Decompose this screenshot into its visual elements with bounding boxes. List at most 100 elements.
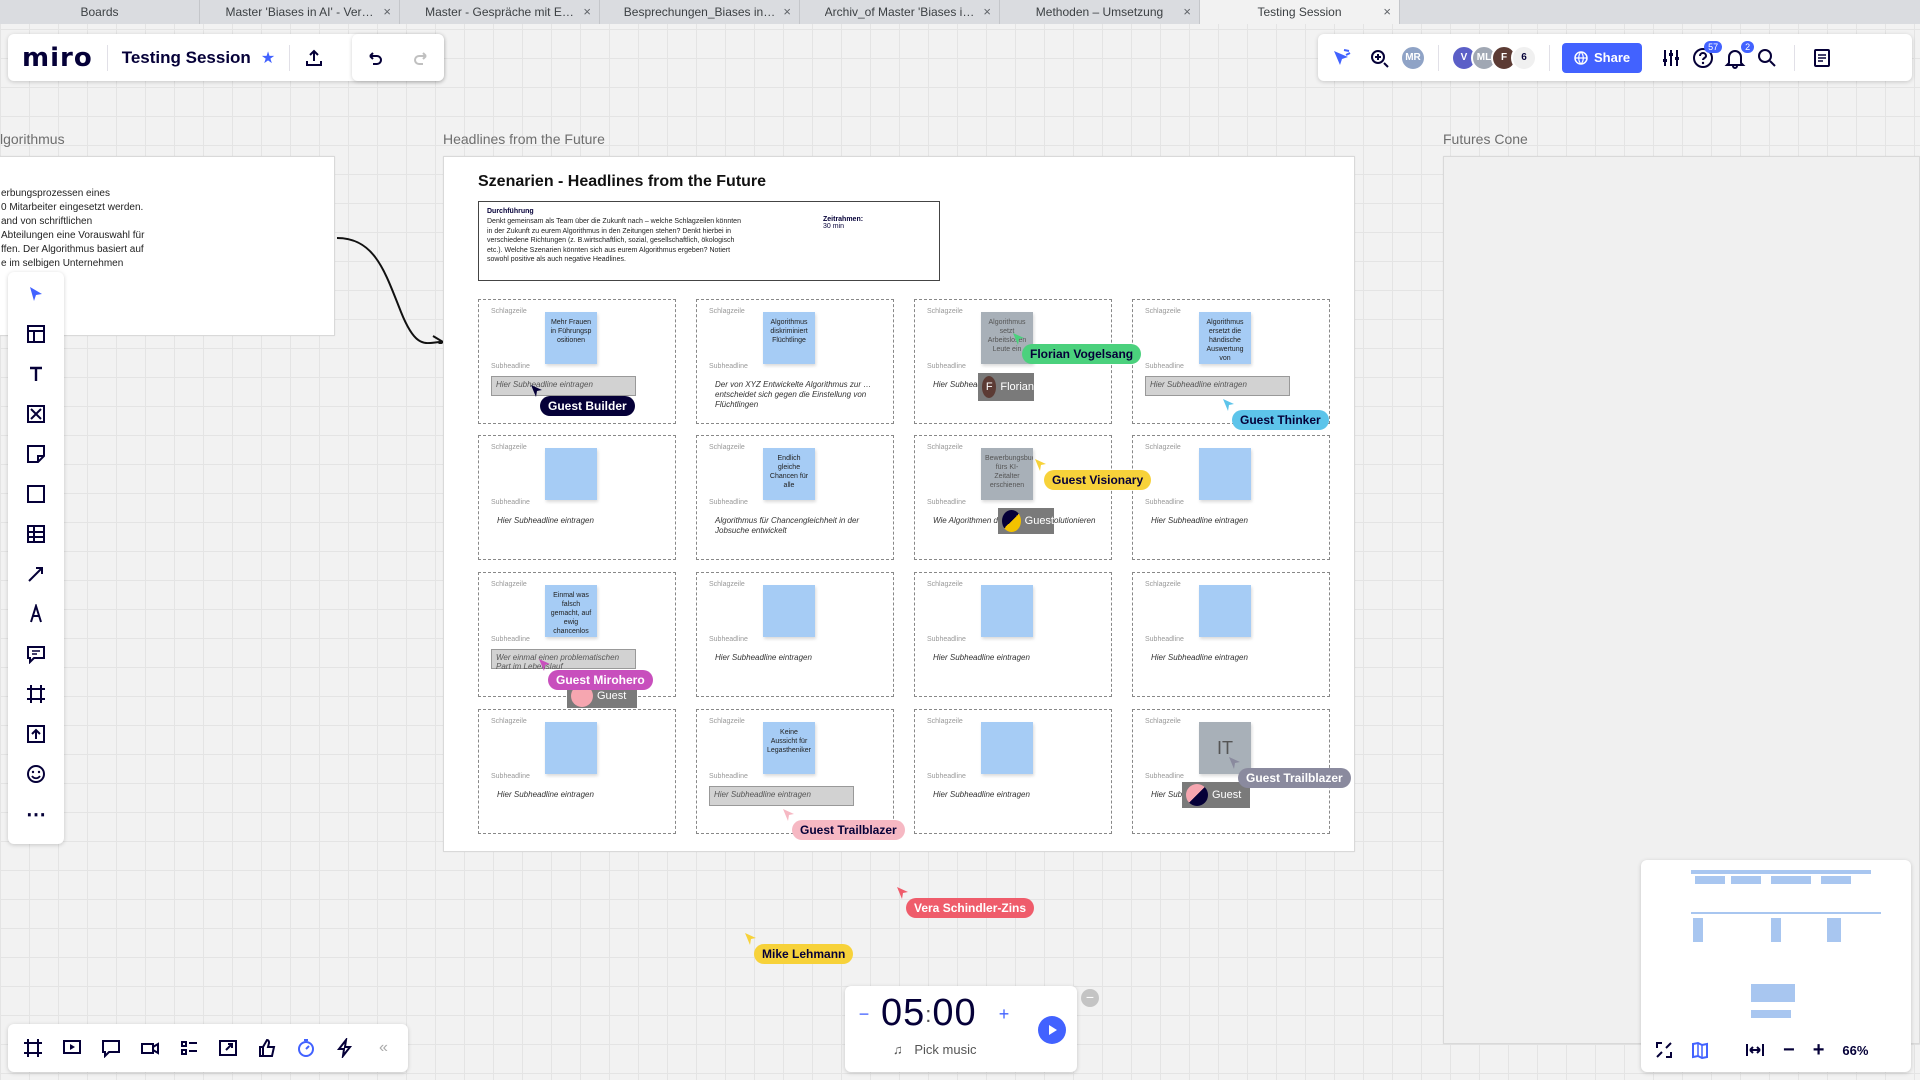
- browser-tab[interactable]: Archiv_of Master 'Biases i… ×: [800, 0, 1000, 24]
- frames-icon[interactable]: [20, 1035, 45, 1061]
- timer-icon[interactable]: [293, 1035, 318, 1061]
- search-icon[interactable]: [1756, 47, 1778, 69]
- sticky-note[interactable]: Endlich gleiche Chancen für alle: [763, 448, 815, 500]
- zoom-out-icon[interactable]: −: [1783, 1039, 1795, 1062]
- subheadline-text[interactable]: Hier Subheadline eintragen: [709, 786, 854, 806]
- fit-screen-icon[interactable]: [1655, 1041, 1673, 1059]
- sticky-note[interactable]: [545, 722, 597, 774]
- participants-count[interactable]: 6: [1511, 44, 1537, 71]
- timer-minus-button[interactable]: −: [855, 1005, 873, 1024]
- settings-sliders-icon[interactable]: [1660, 47, 1682, 69]
- headline-card[interactable]: Schlagzeile Endlich gleiche Chancen für a…: [696, 435, 894, 560]
- more-tools-icon[interactable]: ⋯: [22, 800, 50, 828]
- avatar-group[interactable]: V ML F 6: [1451, 44, 1537, 71]
- headline-card[interactable]: Schlagzeile Subheadline Hier Subheadline e…: [1132, 435, 1330, 560]
- minimap-view[interactable]: [1651, 866, 1901, 1032]
- close-icon[interactable]: ×: [383, 4, 391, 19]
- headline-card[interactable]: Schlagzeile Subheadline Hier Subheadline e…: [914, 709, 1112, 834]
- close-icon[interactable]: ×: [783, 4, 791, 19]
- undo-icon[interactable]: [366, 49, 384, 67]
- subheadline-text[interactable]: Hier Subheadline eintragen: [933, 653, 1103, 663]
- sticky-note[interactable]: [981, 585, 1033, 637]
- star-icon[interactable]: ★: [261, 48, 275, 68]
- export-icon[interactable]: [304, 48, 324, 68]
- collapse-icon[interactable]: «: [371, 1035, 396, 1061]
- headline-card[interactable]: Schlagzeile Algorithmus diskriminiert Flü…: [696, 299, 894, 424]
- zoom-level[interactable]: 66%: [1842, 1043, 1868, 1058]
- headline-card[interactable]: Schlagzeile Subheadline Hier Subheadline e…: [914, 572, 1112, 697]
- subheadline-text[interactable]: Hier Subheadline eintragen: [1145, 376, 1290, 396]
- timer-plus-button[interactable]: +: [995, 1005, 1013, 1024]
- subheadline-text[interactable]: Hier Subheadline eintragen: [491, 376, 636, 396]
- subheadline-text[interactable]: Hier Subheadline eintragen: [497, 516, 667, 526]
- pen-icon[interactable]: [22, 600, 50, 628]
- video-chat-icon[interactable]: [137, 1035, 162, 1061]
- sticky-note[interactable]: Einmal was falsch gemacht, auf ewig chan…: [545, 585, 597, 637]
- sticky-note[interactable]: [763, 585, 815, 637]
- comments-icon[interactable]: [98, 1035, 123, 1061]
- board-title[interactable]: Testing Session: [122, 48, 251, 68]
- subheadline-text[interactable]: Hier Subheadline eintragen: [715, 653, 885, 663]
- headline-card[interactable]: Schlagzeile Subheadline Hier Subheadline e…: [1132, 572, 1330, 697]
- pick-music-button[interactable]: ♫ Pick music: [893, 1042, 977, 1057]
- notes-icon[interactable]: [1811, 47, 1833, 69]
- instructions-box[interactable]: Durchführung Denkt gemeinsam als Team üb…: [478, 201, 940, 281]
- browser-tab[interactable]: Methoden – Umsetzung ×: [1000, 0, 1200, 24]
- close-icon[interactable]: ×: [583, 4, 591, 19]
- browser-tab[interactable]: Master - Gespräche mit E… ×: [400, 0, 600, 24]
- voting-icon[interactable]: [254, 1035, 279, 1061]
- cards-icon[interactable]: [176, 1035, 201, 1061]
- subheadline-text[interactable]: Hier Subheadline eintragen: [1151, 653, 1321, 663]
- help-icon[interactable]: 57: [1692, 40, 1723, 69]
- sticky-note[interactable]: Algorithmus diskriminiert Flüchtlinge: [763, 312, 815, 364]
- sticky-note[interactable]: IT: [1199, 722, 1251, 774]
- sticky-note[interactable]: [1199, 448, 1251, 500]
- presentation-icon[interactable]: [59, 1035, 84, 1061]
- map-icon[interactable]: [1691, 1041, 1709, 1059]
- headline-card[interactable]: Schlagzeile Subheadline Hier Subheadline e…: [696, 572, 894, 697]
- select-pointer-icon[interactable]: [22, 280, 50, 308]
- reactions-icon[interactable]: [1330, 47, 1352, 69]
- text-icon[interactable]: [22, 360, 50, 388]
- table-icon[interactable]: [22, 520, 50, 548]
- comment-icon[interactable]: [22, 640, 50, 668]
- subheadline-text[interactable]: Hier Subheadline eintragen: [933, 790, 1103, 800]
- subheadline-text[interactable]: Wer einmal einen problematischen Part im…: [491, 649, 636, 671]
- sticky-note[interactable]: Mehr Frauen in Führungsp ositionen: [545, 312, 597, 364]
- frame-label-left[interactable]: lgorithmus: [0, 131, 65, 147]
- invite-icon[interactable]: [1368, 47, 1390, 69]
- browser-tab[interactable]: Besprechungen_Biases in… ×: [600, 0, 800, 24]
- frame-label-headlines[interactable]: Headlines from the Future: [443, 131, 605, 147]
- frame-label-futures-cone[interactable]: Futures Cone: [1443, 131, 1528, 147]
- upload-frame-icon[interactable]: [22, 400, 50, 428]
- subheadline-text[interactable]: Der von XYZ Entwickelte Algorithmus zur …: [715, 380, 885, 410]
- browser-tab[interactable]: Boards: [0, 0, 200, 24]
- zoom-in-icon[interactable]: +: [1813, 1039, 1825, 1062]
- upload-icon[interactable]: [22, 720, 50, 748]
- redo-icon[interactable]: [412, 49, 430, 67]
- shape-icon[interactable]: [22, 480, 50, 508]
- frame-icon[interactable]: [22, 680, 50, 708]
- timer-close-button[interactable]: −: [1081, 989, 1099, 1007]
- headline-card[interactable]: Schlagzeile Bewerbungsbuch fürs KI-Zeital…: [914, 435, 1112, 560]
- browser-tab[interactable]: Master 'Biases in AI' - Ver… ×: [200, 0, 400, 24]
- sticky-note[interactable]: Algorithmus ersetzt die händische Auswer…: [1199, 312, 1251, 364]
- headline-card[interactable]: Schlagzeile Subheadline Hier Subheadline e…: [478, 435, 676, 560]
- subheadline-text[interactable]: Hier Subheadline eintragen: [497, 790, 667, 800]
- miro-logo[interactable]: miro: [22, 43, 93, 73]
- share-screen-icon[interactable]: [215, 1035, 240, 1061]
- timer-display[interactable]: 05:00: [881, 992, 977, 1035]
- avatar[interactable]: MR: [1400, 44, 1426, 71]
- subheadline-text[interactable]: Hier Subheadline eintragen: [1151, 516, 1321, 526]
- templates-icon[interactable]: [22, 320, 50, 348]
- connection-line-icon[interactable]: [22, 560, 50, 588]
- share-button[interactable]: Share: [1562, 42, 1643, 73]
- subheadline-text[interactable]: Algorithmus für Chancengleichheit in der…: [715, 516, 885, 536]
- close-icon[interactable]: ×: [983, 4, 991, 19]
- emoji-icon[interactable]: [22, 760, 50, 788]
- bell-icon[interactable]: 2: [1724, 40, 1755, 69]
- close-icon[interactable]: ×: [1383, 4, 1391, 19]
- sticky-note[interactable]: [545, 448, 597, 500]
- sticky-note[interactable]: Bewerbungsbuch fürs KI-Zeitalter erschie…: [981, 448, 1033, 500]
- play-button[interactable]: [1038, 1016, 1066, 1044]
